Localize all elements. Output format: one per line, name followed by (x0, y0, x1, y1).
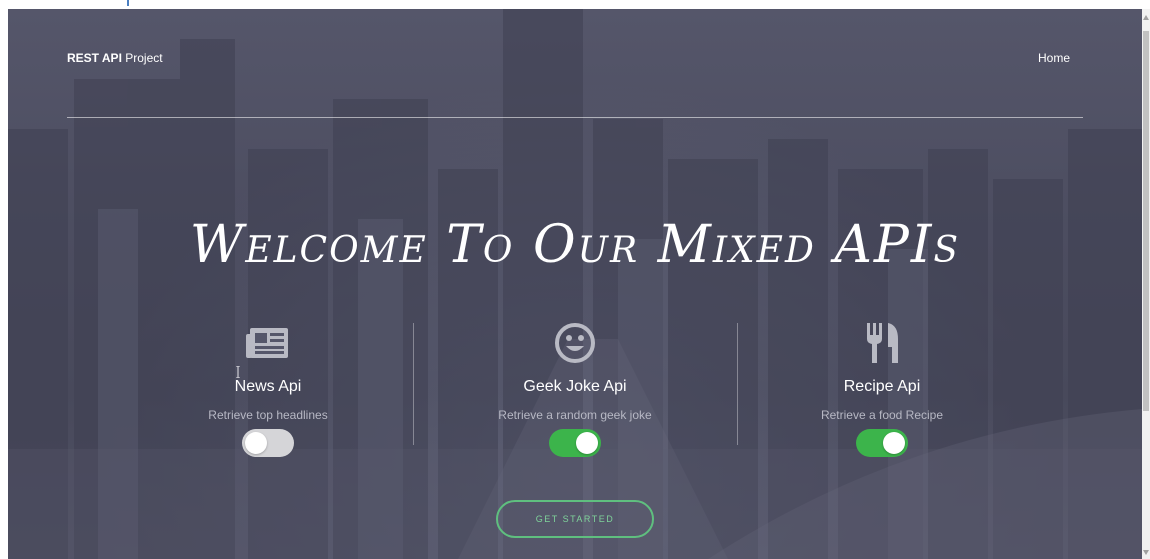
scrollbar-thumb[interactable] (1143, 31, 1149, 411)
feature-geek-joke-api: Geek Joke Api Retrieve a random geek jok… (450, 319, 700, 457)
vertical-scrollbar[interactable] (1142, 9, 1150, 559)
brand-rest-text: Project (125, 51, 163, 65)
nav-divider (67, 117, 1083, 118)
newspaper-icon (246, 328, 288, 358)
brand-bold-text: REST API (67, 51, 122, 65)
nav-home-link[interactable]: Home (1038, 51, 1070, 65)
hero-section: REST API Project Home Welcome To Our Mix… (8, 9, 1142, 559)
get-started-button[interactable]: GET STARTED (496, 500, 654, 538)
smiley-icon (555, 323, 595, 363)
feature-title: News Api (234, 378, 302, 395)
browser-top-strip (0, 0, 1150, 9)
city-skyline-background (8, 9, 1142, 559)
recipe-api-toggle[interactable] (856, 429, 908, 457)
feature-title: Geek Joke Api (523, 378, 627, 395)
feature-divider (737, 323, 738, 445)
toggle-knob (245, 432, 267, 454)
text-caret (127, 0, 129, 6)
feature-news-api: News Api Retrieve top headlines (143, 319, 393, 457)
feature-title: Recipe Api (843, 378, 921, 395)
text-cursor-icon (236, 366, 240, 378)
feature-recipe-api: Recipe Api Retrieve a food Recipe (757, 319, 1007, 457)
feature-subtitle: Retrieve a food Recipe (820, 408, 944, 422)
brand-logo[interactable]: REST API Project (67, 51, 163, 65)
feature-divider (413, 323, 414, 445)
feature-subtitle: Retrieve a random geek joke (498, 408, 652, 422)
geek-joke-api-toggle[interactable] (549, 429, 601, 457)
scroll-up-arrow-icon[interactable] (1143, 15, 1149, 20)
scroll-down-arrow-icon[interactable] (1143, 550, 1149, 555)
hero-title: Welcome To Our Mixed APIs (189, 215, 961, 275)
toggle-knob (883, 432, 905, 454)
toggle-knob (576, 432, 598, 454)
utensils-icon (867, 323, 898, 363)
feature-subtitle: Retrieve top headlines (208, 408, 328, 422)
news-api-toggle[interactable] (242, 429, 294, 457)
